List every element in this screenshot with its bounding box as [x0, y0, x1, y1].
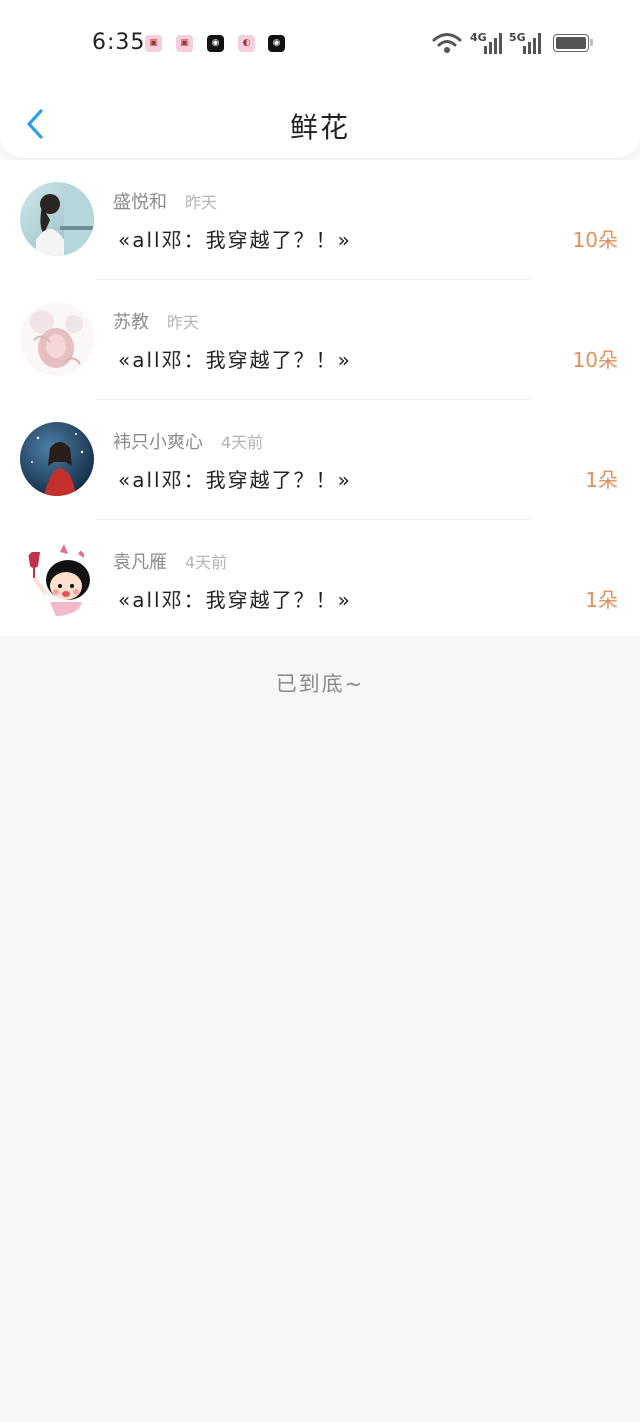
book-title: «all邓：我穿越了？！»	[118, 468, 352, 492]
network-2-label: 5G	[509, 31, 526, 44]
user-name: 盛悦和	[113, 192, 167, 213]
book-title: «all邓：我穿越了？！»	[118, 348, 352, 372]
weibo-icon: ◉	[268, 35, 285, 52]
flower-count: 1朵	[585, 468, 618, 492]
user-name-row: 苏教 昨天	[113, 308, 199, 334]
user-name: 苏教	[113, 312, 149, 333]
signal-4g-icon: 4G	[470, 31, 502, 54]
avatar[interactable]	[20, 542, 94, 616]
list-item[interactable]: 盛悦和 昨天 «all邓：我穿越了？！» 10朵	[0, 160, 640, 280]
flower-count: 1朵	[585, 588, 618, 612]
user-name-row: 袁凡雁 4天前	[113, 548, 227, 574]
battery-icon	[553, 34, 593, 52]
time-ago: 昨天	[185, 193, 218, 212]
header: 鲜花	[0, 90, 640, 158]
page-title: 鲜花	[289, 111, 350, 144]
avatar[interactable]	[20, 422, 94, 496]
status-time: 6:35	[92, 30, 146, 55]
pink-app-icon: ▣	[145, 35, 162, 52]
user-name: 袁凡雁	[113, 552, 167, 573]
end-of-list-text: 已到底~	[275, 672, 365, 696]
list-item[interactable]: 袆只小爽心 4天前 «all邓：我穿越了？！» 1朵	[0, 400, 640, 520]
book-title: «all邓：我穿越了？！»	[118, 228, 352, 252]
flower-count: 10朵	[572, 348, 618, 372]
book-title: «all邓：我穿越了？！»	[118, 588, 352, 612]
time-ago: 4天前	[185, 553, 228, 572]
user-name-row: 袆只小爽心 4天前	[113, 428, 263, 454]
time-ago: 昨天	[167, 313, 200, 332]
battery-level	[556, 37, 586, 49]
page: 6:35 ▣ ▣ ◉ ◐ ◉ 4G 5G 鲜花 盛悦和 昨天 «all邓：我穿越…	[0, 0, 640, 1422]
avatar[interactable]	[20, 302, 94, 376]
messenger-icon: ◐	[238, 35, 255, 52]
avatar[interactable]	[20, 182, 94, 256]
flower-list: 盛悦和 昨天 «all邓：我穿越了？！» 10朵 苏教 昨天 «all邓：我穿越…	[0, 160, 640, 636]
list-item[interactable]: 苏教 昨天 «all邓：我穿越了？！» 10朵	[0, 280, 640, 400]
network-1-label: 4G	[470, 31, 487, 44]
flower-count: 10朵	[572, 228, 618, 252]
pink-app-icon: ▣	[176, 35, 193, 52]
time-ago: 4天前	[221, 433, 264, 452]
user-name: 袆只小爽心	[113, 432, 203, 453]
list-item[interactable]: 袁凡雁 4天前 «all邓：我穿越了？！» 1朵	[0, 520, 640, 640]
status-bar: 6:35 ▣ ▣ ◉ ◐ ◉ 4G 5G	[0, 0, 640, 90]
user-name-row: 盛悦和 昨天	[113, 188, 217, 214]
weibo-icon: ◉	[207, 35, 224, 52]
signal-5g-icon: 5G	[509, 31, 541, 54]
wifi-icon	[432, 33, 462, 53]
